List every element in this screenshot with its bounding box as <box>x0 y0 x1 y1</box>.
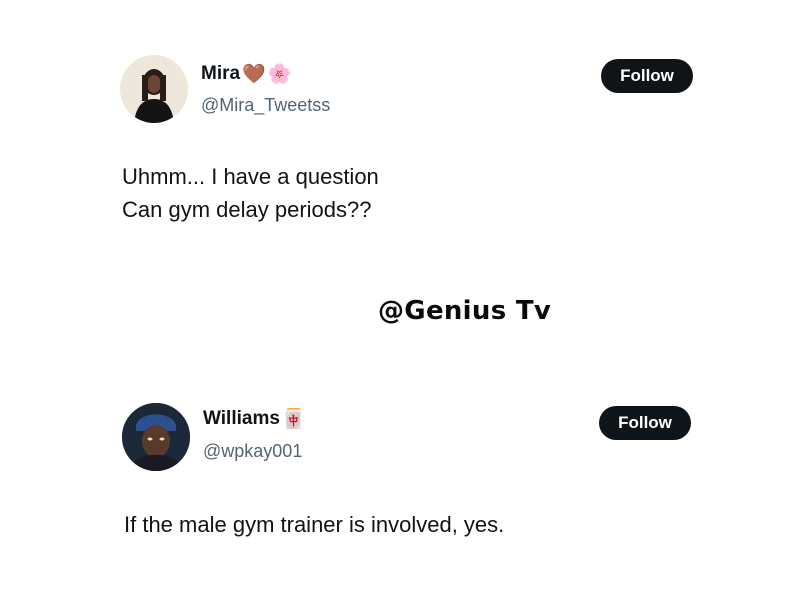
brown-heart-icon: 🤎 <box>242 63 266 85</box>
display-name-row[interactable]: Williams 🀄 <box>203 408 306 430</box>
tweet-card-1 <box>0 0 790 280</box>
tweet-text: If the male gym trainer is involved, yes… <box>124 508 504 541</box>
mahjong-tile-icon: 🀄 <box>281 408 306 430</box>
follow-button[interactable]: Follow <box>599 406 691 440</box>
follow-button[interactable]: Follow <box>601 59 693 93</box>
avatar-williams[interactable] <box>122 403 190 471</box>
cherry-blossom-icon: 🌸 <box>267 63 292 85</box>
display-name[interactable]: Williams <box>203 408 280 430</box>
tweet-text-line: If the male gym trainer is involved, yes… <box>124 512 505 537</box>
display-name-row[interactable]: Mira 🤎 🌸 <box>201 63 291 85</box>
user-handle[interactable]: @wpkay001 <box>203 441 302 462</box>
avatar-portrait-icon <box>120 55 188 123</box>
tweet-text-line: Can gym delay periods?? <box>122 197 372 222</box>
user-handle[interactable]: @Mira_Tweetss <box>201 95 330 116</box>
tweet-text-line: Uhmm... I have a question <box>122 164 379 189</box>
watermark: @Genius Tv <box>378 296 552 326</box>
avatar-portrait-icon <box>122 403 190 471</box>
display-name[interactable]: Mira <box>201 63 240 85</box>
tweet-text: Uhmm... I have a question Can gym delay … <box>122 160 379 226</box>
avatar-mira[interactable] <box>120 55 188 123</box>
